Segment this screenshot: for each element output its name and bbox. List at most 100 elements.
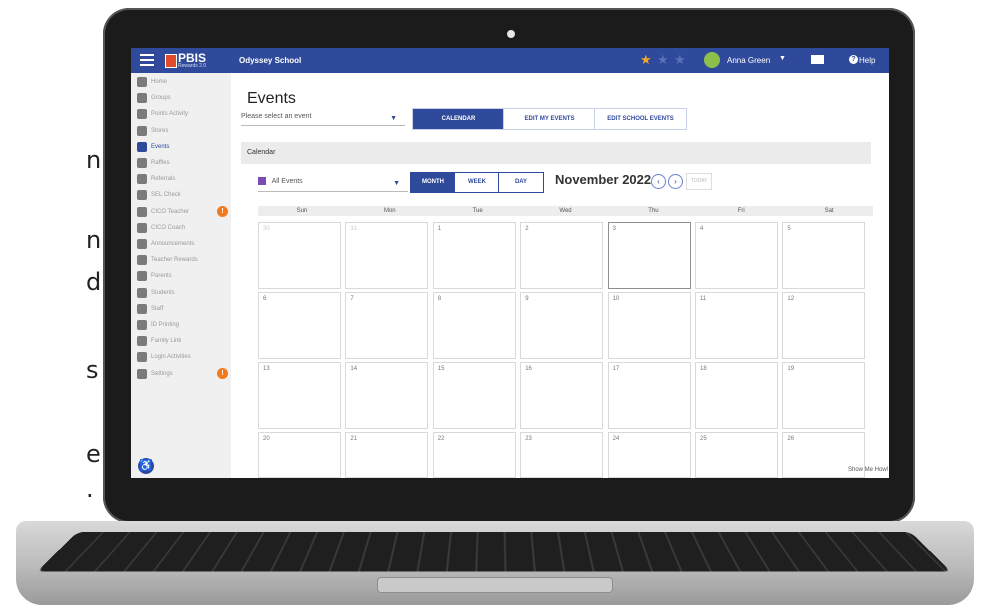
calendar-day-cell[interactable]: 24 xyxy=(607,432,691,478)
tab-calendar[interactable]: CALENDAR xyxy=(412,108,505,130)
accessibility-icon[interactable]: ♿ xyxy=(138,458,154,474)
sidebar-item[interactable]: Points Activity xyxy=(137,108,188,120)
keyboard xyxy=(37,532,951,572)
sidebar-item[interactable]: Home xyxy=(137,76,167,88)
calendar-day-cell[interactable]: 22 xyxy=(432,432,516,478)
sidebar-item[interactable]: CICO Coach xyxy=(137,222,185,234)
calendar-day-cell[interactable]: 6 xyxy=(258,292,341,359)
calendar-day-cell[interactable]: 17 xyxy=(607,362,691,429)
view-day-button[interactable]: DAY xyxy=(498,172,544,193)
hamburger-icon[interactable] xyxy=(140,54,154,66)
sidebar-item-label: Teacher Rewards xyxy=(151,257,198,264)
calendar-day-cell[interactable]: 13 xyxy=(258,362,341,429)
main-content: Events Please select an event ▼ CALENDAR… xyxy=(231,73,889,478)
sidebar-item[interactable]: Announcements xyxy=(137,238,194,250)
calendar-day-cell[interactable]: 7 xyxy=(345,292,429,359)
calendar-day-cell[interactable]: 30 xyxy=(258,222,341,289)
sidebar-item[interactable]: Groups xyxy=(137,92,171,104)
tab-edit-school-events[interactable]: EDIT SCHOOL EVENTS xyxy=(594,108,687,130)
sidebar-item-label: SEL Check xyxy=(151,192,181,199)
calendar-day-cell[interactable]: 8 xyxy=(432,292,516,359)
sidebar-item[interactable]: Family Link xyxy=(137,335,181,347)
sidebar-item-label: Stores xyxy=(151,127,169,134)
calendar-section-header: Calendar xyxy=(241,142,871,164)
check-icon xyxy=(137,206,147,217)
calendar-day-cell[interactable]: 23 xyxy=(520,432,604,478)
event-select-placeholder: Please select an event xyxy=(241,113,312,120)
help-icon[interactable]: ? xyxy=(849,55,858,64)
prev-month-icon[interactable]: ‹ xyxy=(651,174,666,189)
gear-icon xyxy=(137,368,147,379)
calendar-day-cell[interactable]: 10 xyxy=(607,292,691,359)
sidebar-item[interactable]: Teacher Rewards xyxy=(137,254,198,266)
calendar-day-cell[interactable]: 12 xyxy=(782,292,866,359)
calendar-day-cell[interactable]: 1 xyxy=(432,222,516,289)
family-icon xyxy=(137,336,147,347)
chevron-down-icon[interactable]: ▼ xyxy=(779,55,786,62)
logo-icon xyxy=(165,54,177,68)
calendar-day-cell[interactable]: 31 xyxy=(345,222,429,289)
calendar-day-cell[interactable]: 4 xyxy=(695,222,778,289)
calendar-day-cell[interactable]: 15 xyxy=(432,362,516,429)
calendar-day-cell[interactable]: 16 xyxy=(520,362,604,429)
events-filter-value: All Events xyxy=(271,178,303,185)
view-month-button[interactable]: MONTH xyxy=(410,172,456,193)
avatar[interactable] xyxy=(704,52,720,68)
fragment-letter: s xyxy=(86,356,99,384)
user-name[interactable]: Anna Green xyxy=(727,56,770,65)
calendar-day-cell[interactable]: 5 xyxy=(782,222,866,289)
sidebar-item[interactable]: CICO Teacher xyxy=(137,206,189,218)
sidebar-item-label: Groups xyxy=(151,95,171,102)
sidebar-item[interactable]: Referrals xyxy=(137,173,175,185)
sidebar-item[interactable]: Login Activities xyxy=(137,351,191,363)
sidebar-item[interactable]: Stores xyxy=(137,125,168,137)
calendar-day-cell[interactable]: 11 xyxy=(695,292,778,359)
mail-icon[interactable] xyxy=(811,55,824,64)
sidebar-item[interactable]: Staff xyxy=(137,303,163,315)
calendar-day-cell[interactable]: 14 xyxy=(345,362,429,429)
sidebar-item[interactable]: Raffles xyxy=(137,157,170,169)
login-icon xyxy=(137,352,147,363)
calendar-day-cell[interactable]: 20 xyxy=(258,432,341,478)
calendar-day-cell[interactable]: 21 xyxy=(345,432,429,478)
day-header: Sat xyxy=(824,208,834,214)
sidebar-item-label: Referrals xyxy=(151,176,176,183)
calendar-day-cell[interactable]: 18 xyxy=(695,362,778,429)
calendar-day-cell[interactable]: 25 xyxy=(695,432,778,478)
sidebar-item[interactable]: SEL Check xyxy=(137,189,181,201)
calendar-day-cell[interactable]: 3 xyxy=(607,222,691,289)
page-title: Events xyxy=(247,90,296,107)
help-link[interactable]: Help xyxy=(859,56,875,65)
event-select[interactable]: Please select an event ▼ xyxy=(241,109,405,126)
calendar-day-cell[interactable]: 9 xyxy=(520,292,604,359)
sidebar-item[interactable]: Events xyxy=(137,141,169,153)
top-bar: PBIS Rewards 2.0 Odyssey School ★ ★ ★ An… xyxy=(131,48,889,73)
points-icon xyxy=(137,109,147,120)
referral-icon xyxy=(137,174,147,185)
day-header: Mon xyxy=(383,208,396,214)
calendar-day-cell[interactable]: 2 xyxy=(520,222,604,289)
events-filter-select[interactable]: All Events ▼ xyxy=(258,173,408,192)
sidebar-item-label: CICO Coach xyxy=(151,224,186,231)
fragment-letter: d xyxy=(86,268,102,296)
star-icon: ★ xyxy=(674,52,686,67)
sidebar-item-label: Home xyxy=(151,79,168,85)
staff-icon xyxy=(137,303,147,314)
sidebar-item-label: CICO Teacher xyxy=(151,208,189,215)
sidebar-item[interactable]: Parents xyxy=(137,270,172,282)
view-week-button[interactable]: WEEK xyxy=(454,172,500,193)
next-month-icon[interactable]: › xyxy=(668,174,683,189)
today-button[interactable]: TODAY xyxy=(686,173,712,190)
show-me-how-link[interactable]: Show Me How! xyxy=(848,467,888,473)
sidebar-item-label: Points Activity xyxy=(151,111,189,118)
sidebar-item[interactable]: Settings xyxy=(137,368,173,380)
sidebar-item[interactable]: ID Printing xyxy=(137,319,179,331)
sidebar-item-label: Students xyxy=(151,289,175,296)
sidebar-item-label: Announcements xyxy=(151,241,195,247)
fragment-letter: n xyxy=(86,146,102,174)
calendar-day-cell[interactable]: 19 xyxy=(782,362,866,429)
heart-icon xyxy=(137,190,147,201)
fragment-letter: n xyxy=(86,226,102,254)
sidebar-item[interactable]: Students xyxy=(137,287,175,299)
tab-edit-my-events[interactable]: EDIT MY EVENTS xyxy=(503,108,596,130)
